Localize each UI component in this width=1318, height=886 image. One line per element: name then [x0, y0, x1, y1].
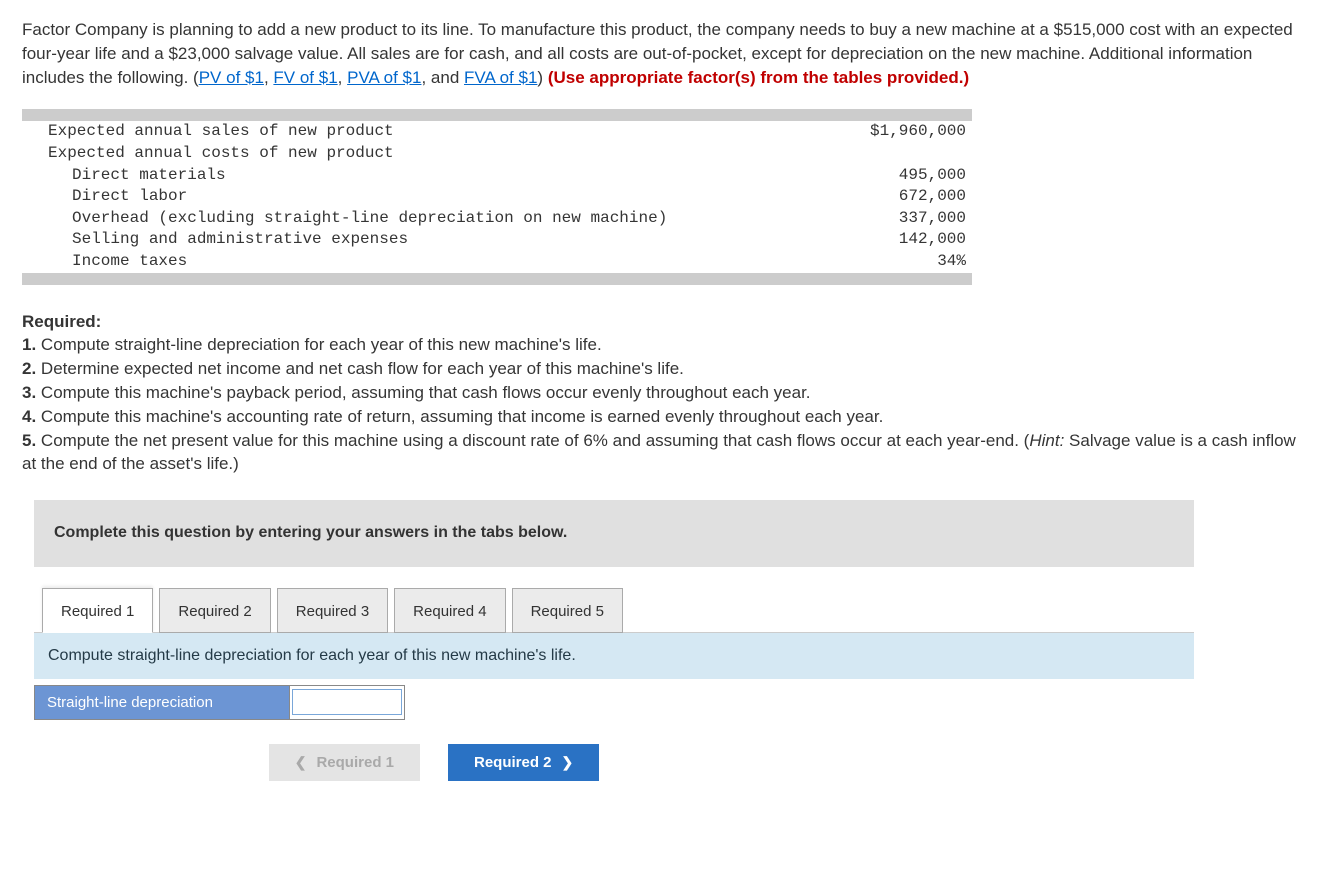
required-item-2: 2. Determine expected net income and net…	[22, 357, 1296, 381]
prev-tab-label: Required 1	[316, 754, 394, 771]
problem-statement: Factor Company is planning to add a new …	[22, 18, 1296, 89]
tabs-instruction: Complete this question by entering your …	[34, 500, 1194, 566]
row-overhead-label: Overhead (excluding straight-line deprec…	[22, 208, 837, 230]
required-heading: Required:	[22, 310, 1296, 334]
red-note: (Use appropriate factor(s) from the tabl…	[548, 68, 969, 87]
row-direct-materials-value: 495,000	[837, 165, 972, 187]
table-bottom-bar	[22, 273, 972, 285]
pva-of-1-link[interactable]: PVA of $1	[347, 68, 421, 87]
prev-tab-button: ❮ Required 1	[269, 744, 420, 781]
row-selling-admin-label: Selling and administrative expenses	[22, 229, 837, 251]
chevron-left-icon: ❮	[295, 754, 307, 771]
hint-label: Hint:	[1029, 431, 1064, 450]
answer-input-cell	[290, 685, 405, 719]
answer-area: Complete this question by entering your …	[34, 500, 1194, 781]
tab-sub-instruction: Compute straight-line depreciation for e…	[34, 633, 1194, 679]
row-selling-admin-value: 142,000	[837, 229, 972, 251]
row-income-taxes-value: 34%	[837, 251, 972, 273]
row-direct-materials-label: Direct materials	[22, 165, 837, 187]
row-direct-labor-value: 672,000	[837, 186, 972, 208]
required-item-5: 5. Compute the net present value for thi…	[22, 429, 1296, 477]
tab-required-4[interactable]: Required 4	[394, 588, 505, 633]
nav-buttons: ❮ Required 1 Required 2 ❯	[34, 744, 834, 781]
row-annual-sales-value: $1,960,000	[837, 121, 972, 143]
answer-table: Straight-line depreciation	[34, 685, 405, 720]
row-income-taxes-label: Income taxes	[22, 251, 837, 273]
tabs-row: Required 1 Required 2 Required 3 Require…	[34, 567, 1194, 632]
next-tab-label: Required 2	[474, 754, 552, 771]
required-item-4: 4. Compute this machine's accounting rat…	[22, 405, 1296, 429]
table-top-bar	[22, 109, 972, 121]
fva-of-1-link[interactable]: FVA of $1	[464, 68, 537, 87]
chevron-right-icon: ❯	[562, 754, 574, 771]
next-tab-button[interactable]: Required 2 ❯	[448, 744, 599, 781]
answer-row-label: Straight-line depreciation	[35, 685, 290, 719]
tab-required-3[interactable]: Required 3	[277, 588, 388, 633]
row-annual-costs-label: Expected annual costs of new product	[22, 143, 837, 165]
row-overhead-value: 337,000	[837, 208, 972, 230]
tab-required-2[interactable]: Required 2	[159, 588, 270, 633]
required-item-3: 3. Compute this machine's payback period…	[22, 381, 1296, 405]
fv-of-1-link[interactable]: FV of $1	[273, 68, 337, 87]
data-table: Expected annual sales of new product$1,9…	[22, 109, 972, 284]
pv-of-1-link[interactable]: PV of $1	[199, 68, 264, 87]
required-section: Required: 1. Compute straight-line depre…	[22, 310, 1296, 477]
tab-required-5[interactable]: Required 5	[512, 588, 623, 633]
required-item-1: 1. Compute straight-line depreciation fo…	[22, 333, 1296, 357]
tab-required-1[interactable]: Required 1	[42, 588, 153, 633]
depreciation-input[interactable]	[292, 689, 402, 715]
row-direct-labor-label: Direct labor	[22, 186, 837, 208]
row-annual-sales-label: Expected annual sales of new product	[22, 121, 837, 143]
